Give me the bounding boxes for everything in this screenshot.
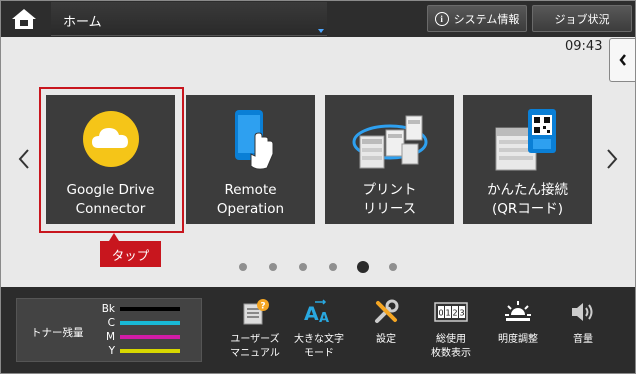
printer-network-icon — [325, 99, 454, 179]
dropdown-indicator-icon — [318, 29, 324, 33]
tile-print-release[interactable]: プリント リリース — [325, 95, 454, 224]
util-label: 音量 — [548, 333, 618, 347]
svg-text:A: A — [304, 303, 319, 325]
toner-key: M — [105, 331, 115, 343]
util-label: 総使用 枚数表示 — [416, 333, 486, 361]
util-label: ユーザーズ マニュアル — [220, 333, 290, 361]
toner-level-label: トナー残量 — [31, 327, 84, 339]
tile-label-line2: リリース — [362, 201, 417, 217]
page-dot[interactable] — [239, 263, 247, 271]
util-label-line1: ユーザーズ — [230, 334, 280, 345]
top-bar: ホーム i システム情報 ジョブ状況 — [1, 1, 635, 37]
chevron-left-icon — [618, 54, 626, 66]
home-screen: ホーム i システム情報 ジョブ状況 09:43 Google Drive Co… — [0, 0, 636, 374]
toner-row-bk: Bk — [97, 303, 180, 315]
settings-tools-icon — [351, 297, 421, 327]
settings-button[interactable]: 設定 — [351, 291, 421, 371]
qr-connect-icon — [463, 99, 592, 179]
total-count-button[interactable]: 0 1 2 3 総使用 枚数表示 — [416, 291, 486, 371]
clock: 09:43 — [565, 39, 603, 54]
phone-touch-icon — [186, 99, 315, 179]
toner-key: Bk — [101, 303, 115, 315]
util-label-line1: 設定 — [376, 334, 396, 345]
svg-text:3: 3 — [459, 309, 464, 318]
page-dot[interactable] — [389, 263, 397, 271]
system-info-label: システム情報 — [453, 12, 520, 26]
user-manual-button[interactable]: ? ユーザーズ マニュアル — [220, 291, 290, 371]
tile-label-line1: Remote — [224, 182, 277, 198]
brightness-button[interactable]: 明度調整 — [483, 291, 553, 371]
previous-page-arrow[interactable] — [16, 146, 32, 172]
volume-icon — [548, 297, 618, 327]
side-panel-toggle[interactable] — [609, 38, 635, 82]
large-text-mode-button[interactable]: A A 大きな文字 モード — [284, 291, 354, 371]
highlight-frame — [39, 87, 184, 233]
util-label-line1: 音量 — [573, 334, 593, 345]
util-label-line1: 明度調整 — [498, 334, 538, 345]
util-label: 明度調整 — [483, 333, 553, 347]
page-dot[interactable] — [299, 263, 307, 271]
page-dot[interactable] — [269, 263, 277, 271]
tile-easy-connect-qr[interactable]: かんたん接続 (QRコード) — [463, 95, 592, 224]
brightness-icon — [483, 297, 553, 327]
home-icon — [12, 9, 36, 29]
toner-row-c: C — [97, 317, 180, 329]
util-label: 大きな文字 モード — [284, 333, 354, 361]
util-label-line2: マニュアル — [230, 348, 280, 359]
util-label: 設定 — [351, 333, 421, 347]
counter-icon: 0 1 2 3 — [416, 297, 486, 327]
large-text-icon: A A — [284, 297, 354, 327]
svg-text:0: 0 — [438, 309, 443, 318]
toner-key: C — [107, 317, 115, 329]
tile-label-line2: Operation — [216, 201, 285, 217]
svg-text:A: A — [319, 311, 329, 326]
manual-help-icon: ? — [220, 297, 290, 327]
toner-bar-black — [120, 307, 180, 311]
screen-title-area[interactable]: ホーム — [51, 2, 327, 36]
chevron-right-icon — [607, 149, 618, 169]
volume-button[interactable]: 音量 — [548, 291, 618, 371]
info-icon: i — [434, 11, 449, 26]
toner-level-panel[interactable]: トナー残量 Bk C M Y — [16, 298, 202, 362]
svg-text:2: 2 — [452, 309, 457, 318]
toner-bar-cyan — [120, 321, 180, 325]
page-indicator — [239, 261, 419, 273]
callout-pointer — [109, 233, 119, 241]
home-button[interactable] — [4, 4, 44, 34]
toner-row-m: M — [97, 331, 180, 343]
svg-text:1: 1 — [445, 309, 450, 318]
page-dot-current[interactable] — [357, 261, 369, 273]
util-label-line2: モード — [304, 348, 334, 359]
util-label-line2: 枚数表示 — [431, 348, 471, 359]
tile-label-line1: かんたん接続 — [487, 182, 568, 198]
screen-title: ホーム — [63, 15, 102, 30]
tile-label-line2: (QRコード) — [491, 201, 564, 217]
job-status-button[interactable]: ジョブ状況 — [532, 5, 632, 32]
job-status-label: ジョブ状況 — [554, 12, 610, 26]
toner-bar-magenta — [120, 335, 180, 339]
util-label-line1: 総使用 — [436, 334, 466, 345]
bottom-bar: トナー残量 Bk C M Y ? ユーザーズ マニュアル A A 大きな文字 モ… — [1, 287, 635, 373]
chevron-left-icon — [18, 149, 29, 169]
toner-row-y: Y — [97, 345, 180, 357]
next-page-arrow[interactable] — [604, 146, 620, 172]
toner-key: Y — [108, 345, 115, 357]
page-dot[interactable] — [329, 263, 337, 271]
svg-text:?: ? — [260, 302, 265, 312]
tile-remote-operation[interactable]: Remote Operation — [186, 95, 315, 224]
tile-label-line1: プリント — [362, 182, 417, 198]
tap-callout: タップ — [100, 241, 161, 267]
util-label-line1: 大きな文字 — [294, 334, 344, 345]
toner-bar-yellow — [120, 349, 180, 353]
system-info-button[interactable]: i システム情報 — [427, 5, 527, 32]
